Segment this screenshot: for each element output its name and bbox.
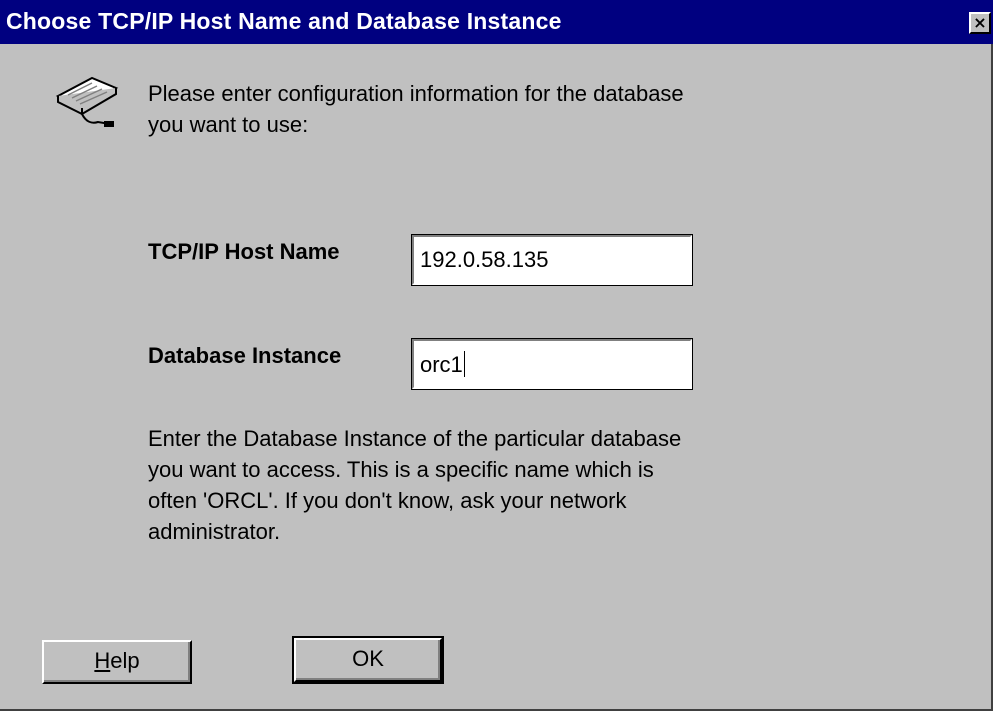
host-name-label: TCP/IP Host Name [148, 239, 340, 264]
help-text: Enter the Database Instance of the parti… [148, 426, 682, 544]
dialog-window: Choose TCP/IP Host Name and Database Ins… [0, 0, 993, 711]
help-button[interactable]: Help [42, 640, 192, 684]
host-name-value: 192.0.58.135 [420, 247, 549, 272]
ok-button-label: OK [352, 646, 384, 671]
db-instance-input[interactable]: orc1 [411, 338, 693, 390]
keyboard-icon [55, 76, 119, 127]
text-caret [463, 351, 465, 377]
db-instance-value: orc1 [420, 352, 463, 377]
ok-button[interactable]: OK [292, 636, 444, 684]
title-bar[interactable]: Choose TCP/IP Host Name and Database Ins… [0, 0, 993, 44]
close-icon: × [973, 13, 987, 32]
help-mnemonic: H [94, 648, 111, 673]
close-button[interactable]: × [969, 12, 991, 34]
intro-text: Please enter configuration information f… [148, 81, 684, 137]
window-title: Choose TCP/IP Host Name and Database Ins… [6, 8, 562, 34]
host-name-input[interactable]: 192.0.58.135 [411, 234, 693, 286]
help-button-label: elp [110, 648, 140, 673]
db-instance-label: Database Instance [148, 343, 342, 368]
